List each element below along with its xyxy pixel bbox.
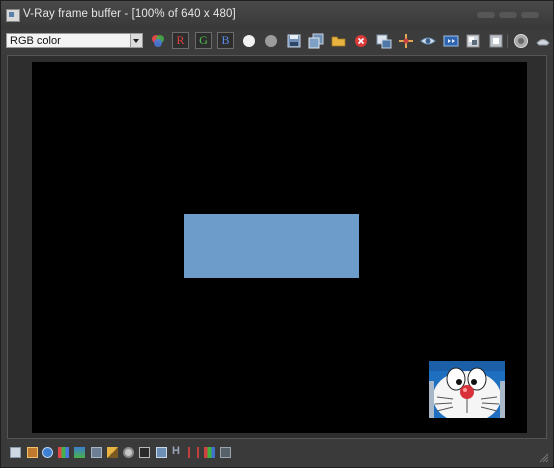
- save-image-icon[interactable]: [285, 32, 302, 49]
- render-options-icon[interactable]: [534, 32, 551, 49]
- pixel-aspect-icon[interactable]: [220, 447, 231, 458]
- info-icon[interactable]: [42, 447, 53, 458]
- red-channel-button[interactable]: R: [172, 32, 189, 49]
- toolbar: RGB color R G B: [1, 29, 553, 55]
- levels-icon[interactable]: [74, 447, 85, 458]
- clear-image-icon[interactable]: [352, 32, 369, 49]
- track-mouse-icon[interactable]: [397, 32, 414, 49]
- show-alpha-icon[interactable]: [240, 32, 257, 49]
- exposure-icon[interactable]: [107, 447, 118, 458]
- srgb-icon[interactable]: [156, 447, 167, 458]
- resize-grip-icon[interactable]: [539, 453, 549, 463]
- load-image-icon[interactable]: [330, 32, 347, 49]
- close-button[interactable]: [521, 12, 539, 18]
- curves-icon[interactable]: [91, 447, 102, 458]
- blue-channel-button[interactable]: B: [217, 32, 234, 49]
- duplicate-to-vfb-icon[interactable]: [375, 32, 392, 49]
- chevron-down-icon[interactable]: [130, 34, 142, 47]
- rendered-plane: [184, 214, 359, 278]
- region-render-icon[interactable]: [419, 32, 436, 49]
- channel-select-value: RGB color: [10, 35, 61, 47]
- render-icon[interactable]: [512, 32, 529, 49]
- stamp-icon[interactable]: [204, 447, 215, 458]
- status-bar: H: [1, 441, 553, 467]
- maximize-button[interactable]: [499, 12, 517, 18]
- vfb-app-icon: [6, 9, 20, 22]
- vfb-window: V-Ray frame buffer - [100% of 640 x 480]…: [0, 0, 554, 468]
- save-all-icon[interactable]: [307, 32, 324, 49]
- minimize-button[interactable]: [477, 12, 495, 18]
- doraemon-image: [429, 361, 505, 418]
- channel-select[interactable]: RGB color: [6, 33, 143, 48]
- display-color-correction-icon[interactable]: [10, 447, 21, 458]
- hsv-label[interactable]: H: [172, 445, 180, 457]
- stop-render-icon[interactable]: [487, 32, 504, 49]
- color-picker-icon[interactable]: [149, 32, 166, 49]
- title-bar[interactable]: V-Ray frame buffer - [100% of 640 x 480]: [1, 1, 553, 29]
- lens-effects-icon[interactable]: [27, 447, 38, 458]
- compare-icon[interactable]: [58, 447, 69, 458]
- white-balance-icon[interactable]: [123, 447, 134, 458]
- window-title: V-Ray frame buffer - [100% of 640 x 480]: [23, 8, 236, 20]
- last-render-icon[interactable]: [442, 32, 459, 49]
- green-channel-button[interactable]: G: [195, 32, 212, 49]
- toolbar-separator: [507, 34, 508, 48]
- monochrome-icon[interactable]: [262, 32, 279, 49]
- lut-icon[interactable]: [139, 447, 150, 458]
- histogram-icon[interactable]: [188, 447, 199, 458]
- link-to-render-icon[interactable]: [464, 32, 481, 49]
